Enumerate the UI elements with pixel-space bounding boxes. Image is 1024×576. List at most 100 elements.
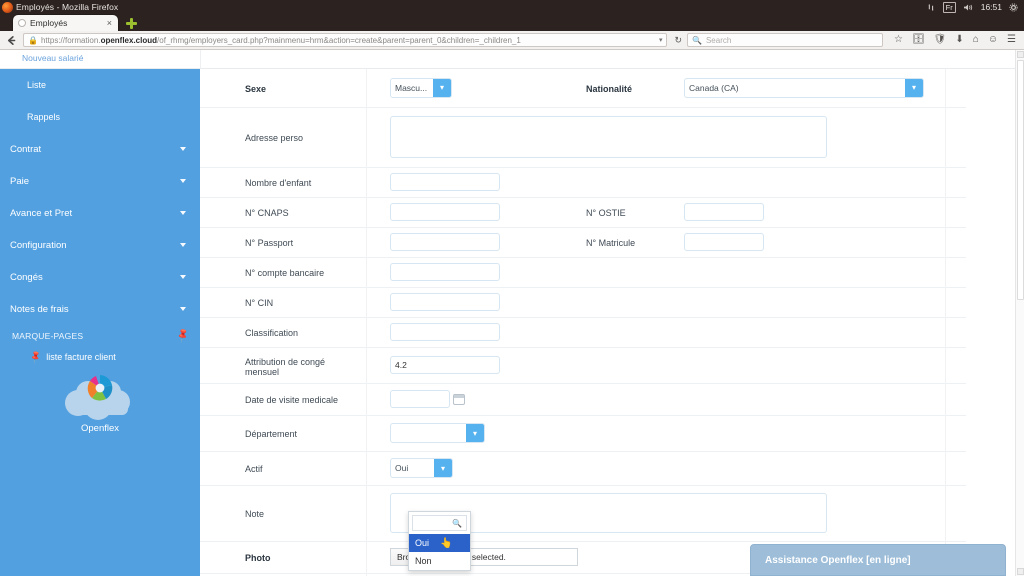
chevron-down-icon[interactable] <box>180 243 186 247</box>
url-text: https://formation.openflex.cloud/of_rhmg… <box>41 36 656 45</box>
attribution-conge-input[interactable]: 4.2 <box>390 356 500 374</box>
passport-input[interactable] <box>390 233 500 251</box>
form-row-attribution-conge: Attribution de congé mensuel 4.2 <box>200 347 966 383</box>
form-row-actif: Actif Oui ▾ <box>200 451 966 485</box>
attribution-conge-value: 4.2 <box>395 360 407 370</box>
chevron-down-icon[interactable] <box>180 179 186 183</box>
field-label-cnaps: N° CNAPS <box>245 208 289 218</box>
compte-bancaire-input[interactable] <box>390 263 500 281</box>
chevron-down-icon[interactable] <box>180 147 186 151</box>
sidebar-item-liste[interactable]: Liste <box>0 69 200 101</box>
sidebar-item-avance-et-pret[interactable]: Avance et Pret <box>0 197 200 229</box>
field-label-cin: N° CIN <box>245 298 274 308</box>
sidebar-item-label: Paie <box>10 175 30 187</box>
reload-icon[interactable]: ↻ <box>672 35 682 46</box>
field-label-attribution-conge-line2: mensuel <box>245 366 280 377</box>
chevron-down-icon[interactable] <box>180 211 186 215</box>
form-row-note: Note <box>200 485 966 541</box>
main-content: Sexe Mascu... ▾ Nationalité Canada (CA) … <box>200 69 1024 576</box>
adresse-perso-textarea[interactable] <box>390 116 827 158</box>
form-row-departement: Département ▾ <box>200 415 966 451</box>
search-icon: 🔍 <box>692 35 702 45</box>
form-row-compte-bancaire: N° compte bancaire <box>200 257 966 287</box>
system-tray: Fr 16:51 <box>927 1 1024 13</box>
search-icon: 🔍 <box>452 518 462 528</box>
sidebar-item-conges[interactable]: Congés <box>0 261 200 293</box>
back-icon[interactable] <box>5 34 18 47</box>
ostie-input[interactable] <box>684 203 764 221</box>
cin-input[interactable] <box>390 293 500 311</box>
scroll-down-arrow[interactable] <box>1017 568 1024 575</box>
chevron-down-icon[interactable] <box>180 275 186 279</box>
sidebar-item-rappels[interactable]: Rappels <box>0 101 200 133</box>
actif-select-value: Oui <box>395 463 409 473</box>
form-row-classification: Classification <box>200 317 966 347</box>
form-row-cin: N° CIN <box>200 287 966 317</box>
form-row-sexe: Sexe Mascu... ▾ Nationalité Canada (CA) … <box>200 69 966 107</box>
chevron-down-icon[interactable] <box>180 307 186 311</box>
clock[interactable]: 16:51 <box>981 2 1002 12</box>
actif-select[interactable]: Oui ▾ <box>390 458 453 478</box>
sidebar-item-label: Rappels <box>27 112 61 122</box>
scroll-up-arrow[interactable] <box>1017 51 1024 58</box>
openflex-cloud-icon <box>56 369 144 421</box>
field-label-actif: Actif <box>245 464 263 474</box>
field-label-ostie: N° OSTIE <box>586 208 626 218</box>
keyboard-layout-indicator[interactable]: Fr <box>942 1 956 13</box>
matricule-input[interactable] <box>684 233 764 251</box>
sidebar-item-label: Liste <box>27 80 47 90</box>
account-icon[interactable]: ☺ <box>988 35 998 45</box>
sidebar-item-paie[interactable]: Paie <box>0 165 200 197</box>
download-icon[interactable]: ⬇ <box>955 35 963 45</box>
departement-select[interactable]: ▾ <box>390 423 485 443</box>
nombre-enfant-input[interactable] <box>390 173 500 191</box>
calendar-icon[interactable] <box>453 393 465 405</box>
network-icon[interactable] <box>927 3 936 12</box>
sexe-select[interactable]: Mascu... ▾ <box>390 77 452 98</box>
chevron-down-icon[interactable]: ▾ <box>905 78 923 97</box>
form-row-adresse-perso: Adresse perso <box>200 107 966 167</box>
browser-tab[interactable]: Employés × <box>13 15 118 31</box>
visite-medicale-input[interactable] <box>390 390 450 408</box>
chevron-down-icon[interactable]: ▾ <box>466 424 484 442</box>
gear-icon[interactable] <box>1009 2 1018 12</box>
classification-input[interactable] <box>390 323 500 341</box>
chevron-down-icon[interactable]: ▾ <box>434 459 452 477</box>
field-label-sexe: Sexe <box>245 83 267 94</box>
assistance-widget[interactable]: Assistance Openflex [en ligne] <box>750 544 1006 576</box>
field-label-visite-medicale: Date de visite medicale <box>245 395 339 405</box>
url-bar[interactable]: 🔒 https://formation.openflex.cloud/of_rh… <box>23 33 668 47</box>
field-label-nationalite: Nationalité <box>586 83 633 94</box>
dropdown-option-oui[interactable]: Oui 👆 <box>409 534 470 552</box>
home-icon[interactable]: ⌂ <box>973 35 979 45</box>
scrollbar-thumb[interactable] <box>1017 60 1024 300</box>
search-bar[interactable]: 🔍 Search <box>687 33 883 47</box>
nationalite-select[interactable]: Canada (CA) ▾ <box>684 77 924 98</box>
cnaps-input[interactable] <box>390 203 500 221</box>
bookmarks-header-label: MARQUE-PAGES <box>12 331 84 341</box>
shield-icon[interactable]: 🛡 <box>934 35 947 45</box>
breadcrumb[interactable]: Nouveau salarié <box>22 53 83 63</box>
chevron-down-icon[interactable]: ▾ <box>433 78 451 97</box>
dropdown-option-non[interactable]: Non <box>409 552 470 570</box>
volume-icon[interactable] <box>963 3 974 12</box>
sidebar-item-configuration[interactable]: Configuration <box>0 229 200 261</box>
dropdown-search-input[interactable]: 🔍 <box>412 515 467 531</box>
star-icon[interactable]: ☆ <box>894 35 903 45</box>
menu-icon[interactable]: ☰ <box>1007 35 1016 45</box>
page-scrollbar[interactable] <box>1015 50 1024 576</box>
form-row-passport: N° Passport N° Matricule <box>200 227 966 257</box>
close-icon[interactable]: × <box>106 19 113 28</box>
pin-icon[interactable]: 📌 <box>175 328 192 344</box>
sidebar-item-contrat[interactable]: Contrat <box>0 133 200 165</box>
sidebar-item-notes-de-frais[interactable]: Notes de frais <box>0 293 200 325</box>
new-tab-icon[interactable] <box>125 17 138 30</box>
field-label-compte-bancaire: N° compte bancaire <box>245 268 325 278</box>
pocket-icon[interactable]: 🗄 <box>912 35 925 45</box>
actif-dropdown-panel[interactable]: 🔍 Oui 👆 Non <box>408 511 471 571</box>
chevron-down-icon[interactable]: ▾ <box>659 36 663 44</box>
bookmark-liste-facture-client[interactable]: 📌 liste facture client <box>0 347 200 367</box>
sidebar-item-label: Contrat <box>10 143 42 155</box>
field-label-note: Note <box>245 509 265 519</box>
browser-toolbar-icons: ☆ 🗄 🛡 ⬇ ⌂ ☺ ☰ <box>888 35 1019 45</box>
